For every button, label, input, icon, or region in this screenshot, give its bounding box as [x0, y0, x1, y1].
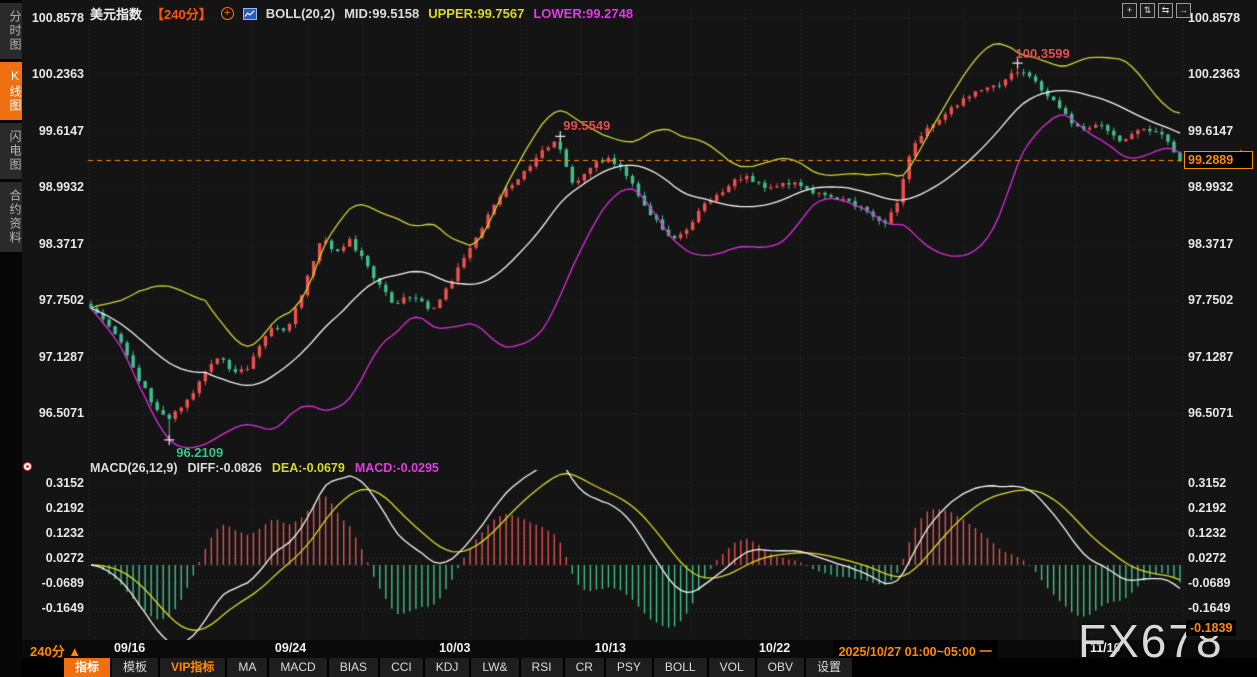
xaxis-tick-label: 10/03: [439, 641, 471, 655]
add-indicator-icon[interactable]: +: [220, 7, 234, 20]
price-axis-label-left: 96.5071: [38, 406, 84, 420]
xaxis-row: [22, 640, 1257, 658]
macd-dea-value: DEA:-0.0679: [271, 461, 345, 475]
toolbar-button-OBV[interactable]: OBV: [756, 658, 804, 677]
price-axis-label-right: 100.8578: [1188, 11, 1241, 25]
kline-chart-icon: [242, 7, 257, 20]
macd-axis-label-left: 0.3152: [45, 476, 84, 491]
toolbar-button-指标[interactable]: 指标: [64, 658, 111, 677]
macd-axis-label-right: 0.0272: [1188, 550, 1227, 565]
macd-axis-label-left: 0.2192: [45, 501, 84, 516]
price-axis-label-right: 96.5071: [1188, 406, 1234, 420]
price-axis-label-right: 100.2363: [1188, 67, 1241, 82]
target-icon[interactable]: [23, 462, 32, 471]
macd-diff-value: DIFF:-0.0826: [187, 461, 262, 475]
toolbar-button-BOLL[interactable]: BOLL: [653, 658, 707, 677]
price-axis-label-left: 98.3717: [38, 236, 84, 251]
toolbar-button-VIP指标[interactable]: VIP指标: [160, 658, 226, 677]
indicator-toolbar: 指标 模板 VIP指标 MA MACD BIAS CCI KDJ LW& RSI CR PSY BOLL…: [22, 658, 1257, 677]
boll-params-label: BOLL(20,2): [265, 6, 336, 21]
sidebar-tab-active[interactable]: K线图: [0, 62, 22, 120]
macd-axis-label-left: 0.0272: [45, 550, 84, 565]
crosshair-icon[interactable]: +: [1122, 3, 1137, 18]
chart-header: 美元指数 【240分】 + BOLL(20,2) MID:99.5158 UPP…: [90, 4, 633, 23]
price-axis-label-left: 99.6147: [38, 123, 84, 138]
price-axis-label-left: 100.8578: [31, 11, 84, 25]
toolbar-button-CCI[interactable]: CCI: [380, 658, 423, 677]
trading-app-window: 分时图 K线图闪电图合约资料 美元指数 【240分】 + BOLL(20,2) M…: [0, 0, 1257, 677]
macd-axis-label-left: -0.1649: [41, 600, 84, 615]
xaxis-tick-label: 09/24: [274, 641, 307, 655]
toolbar-button-设置[interactable]: 设置: [805, 658, 852, 677]
boll-lower-value: LOWER:99.2748: [533, 6, 634, 21]
period-label: 【240分】: [151, 7, 212, 22]
price-axis-label-left: 97.7502: [38, 293, 84, 308]
price-axis-label-left: 98.9932: [38, 180, 84, 195]
sidebar-tab-item[interactable]: 分时图: [0, 3, 22, 59]
macd-axis-label-left: -0.0689: [41, 575, 84, 590]
price-axis-label-right: 97.1287: [1188, 349, 1234, 364]
toolbar-button-MA[interactable]: MA: [227, 658, 268, 677]
toolbar-button-CR[interactable]: CR: [564, 658, 604, 677]
price-axis-label-left: 100.2363: [31, 67, 84, 82]
macd-current-value-readout: -0.1839: [1186, 620, 1237, 636]
macd-params-label: MACD(26,12,9): [90, 461, 178, 475]
price-annotation: 100.3599: [1015, 46, 1070, 62]
toolbar-button-BIAS[interactable]: BIAS: [328, 658, 379, 677]
macd-hist-value: MACD:-0.0295: [354, 461, 439, 475]
current-price-readout: 99.2889: [1184, 151, 1253, 170]
sidebar-tab-item[interactable]: 闪电图: [0, 123, 22, 179]
toolbar-button-KDJ[interactable]: KDJ: [424, 658, 470, 677]
pan-right-icon[interactable]: →: [1176, 3, 1191, 18]
xaxis-tick-label: 09/16: [113, 641, 146, 655]
xaxis-tick-label: 10/22: [758, 641, 791, 655]
price-annotation: 99.5549: [563, 118, 611, 134]
macd-axis-label-right: 0.3152: [1188, 476, 1227, 491]
chart-type-sidebar: 分时图 K线图闪电图合约资料: [0, 0, 22, 677]
macd-axis-label-right: 0.2192: [1188, 501, 1227, 516]
toolbar-button-VOL[interactable]: VOL: [708, 658, 755, 677]
vertical-scale-icon[interactable]: ⇅: [1140, 3, 1155, 18]
xaxis-tick-label: 10/13: [594, 641, 626, 655]
macd-axis-label-left: 0.1232: [45, 526, 84, 541]
toolbar-button-MACD[interactable]: MACD: [269, 658, 327, 677]
window-controls: + ⇅ ⇆ →: [1122, 3, 1191, 18]
price-annotation: 96.2109: [176, 444, 224, 460]
price-axis-label-left: 97.1287: [38, 349, 84, 364]
symbol-title: 美元指数: [90, 7, 143, 22]
toolbar-button-PSY[interactable]: PSY: [605, 658, 652, 677]
price-axis-label-right: 97.7502: [1188, 293, 1234, 308]
toolbar-button-LW&[interactable]: LW&: [471, 658, 519, 677]
price-axis-label-right: 98.9932: [1188, 180, 1234, 195]
toolbar-button-RSI[interactable]: RSI: [520, 658, 563, 677]
sidebar-tab-item[interactable]: 合约资料: [0, 182, 22, 252]
macd-axis-label-right: -0.0689: [1188, 575, 1231, 590]
macd-axis-label-right: 0.1232: [1188, 526, 1227, 541]
boll-mid-value: MID:99.5158: [344, 6, 420, 21]
toolbar-button-模板[interactable]: 模板: [112, 658, 159, 677]
horizontal-scale-icon[interactable]: ⇆: [1158, 3, 1173, 18]
kline-macd-chart-canvas[interactable]: [0, 0, 1257, 677]
price-axis-label-right: 98.3717: [1188, 236, 1234, 251]
boll-upper-value: UPPER:99.7567: [428, 6, 525, 21]
macd-header: MACD(26,12,9) DIFF:-0.0826 DEA:-0.0679 M…: [90, 461, 439, 475]
price-axis-label-right: 99.6147: [1188, 123, 1234, 138]
